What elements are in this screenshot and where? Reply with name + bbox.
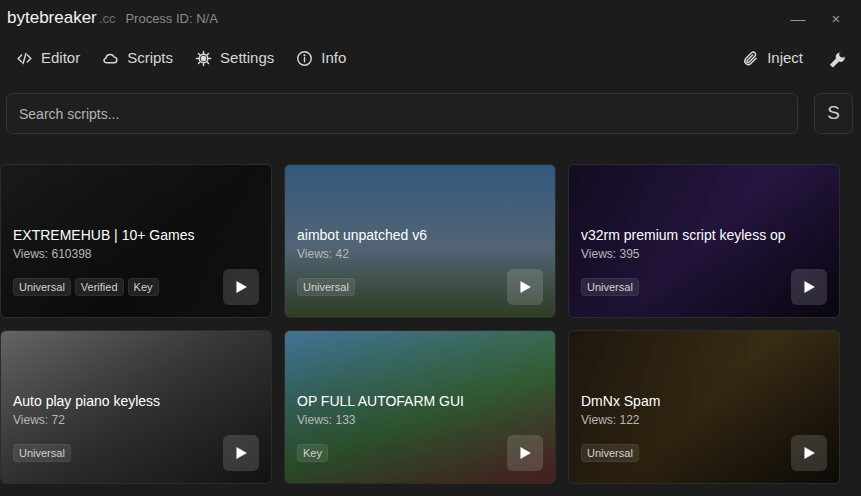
nav-bar: Editor Scripts Settings Info Inject [0,36,861,80]
app-title-suffix: .cc [99,9,116,29]
nav-tab[interactable]: Settings [195,47,274,70]
script-tag: Key [128,278,159,296]
info-icon [296,50,313,67]
nav-tab[interactable]: Editor [16,47,80,70]
nav-tab-label: Settings [220,47,274,70]
script-grid: EXTREMEHUB | 10+ Games Views: 610398 Unive… [0,147,861,484]
search-row: S [0,80,861,147]
script-title: OP FULL AUTOFARM GUI [297,393,543,410]
script-card[interactable]: Auto play piano keyless Views: 72 Universa… [0,330,272,484]
script-title: DmNx Spam [581,393,827,410]
tag-list: Universal [581,444,639,462]
tag-list: UniversalVerifiedKey [13,278,159,296]
play-button[interactable] [507,269,543,305]
card-footer: Universal [581,435,827,471]
play-button[interactable] [223,435,259,471]
nav-tab-label: Scripts [127,47,173,70]
inject-button[interactable]: Inject [742,47,803,70]
nav-tab[interactable]: Info [296,47,346,70]
window-controls: —× [787,11,847,26]
script-tag: Universal [297,278,355,296]
play-icon [233,445,249,461]
script-views: Views: 610398 [13,247,259,261]
script-tag: Universal [13,278,71,296]
script-title: EXTREMEHUB | 10+ Games [13,227,259,244]
script-title: Auto play piano keyless [13,393,259,410]
wrench-icon [827,48,847,68]
script-views: Views: 395 [581,247,827,261]
script-views: Views: 122 [581,413,827,427]
script-title: v32rm premium script keyless op [581,227,827,244]
play-icon [801,279,817,295]
script-tag: Verified [75,278,124,296]
process-id: Process ID: N/A [125,9,217,29]
cloud-icon [102,50,119,67]
paperclip-icon [742,50,759,67]
play-icon [517,279,533,295]
search-field[interactable] [6,93,798,134]
brand: bytebreaker.cc Process ID: N/A [7,5,218,31]
card-footer: UniversalVerifiedKey [13,269,259,305]
play-icon [517,445,533,461]
tag-list: Key [297,444,328,462]
play-button[interactable] [507,435,543,471]
app-title: bytebreaker [7,5,97,31]
tag-list: Universal [13,444,71,462]
script-card[interactable]: v32rm premium script keyless op Views: 39… [568,164,840,318]
card-footer: Key [297,435,543,471]
script-tag: Key [297,444,328,462]
script-card[interactable]: aimbot unpatched v6 Views: 42 Universal [284,164,556,318]
play-button[interactable] [791,435,827,471]
play-icon [801,445,817,461]
nav-tabs: Editor Scripts Settings Info [16,47,346,70]
code-icon [16,50,33,67]
script-tag: Universal [581,278,639,296]
close-button[interactable]: × [825,11,847,26]
minimize-button[interactable]: — [787,11,809,26]
search-button[interactable]: S [814,93,853,134]
script-card[interactable]: OP FULL AUTOFARM GUI Views: 133 Key [284,330,556,484]
script-card[interactable]: DmNx Spam Views: 122 Universal [568,330,840,484]
script-views: Views: 42 [297,247,543,261]
script-tag: Universal [581,444,639,462]
nav-actions: Inject [742,47,847,70]
script-title: aimbot unpatched v6 [297,227,543,244]
script-card[interactable]: EXTREMEHUB | 10+ Games Views: 610398 Unive… [0,164,272,318]
nav-tab-label: Editor [41,47,80,70]
play-button[interactable] [223,269,259,305]
card-footer: Universal [297,269,543,305]
script-tag: Universal [13,444,71,462]
tag-list: Universal [297,278,355,296]
script-views: Views: 72 [13,413,259,427]
nav-tab[interactable]: Scripts [102,47,173,70]
play-icon [233,279,249,295]
inject-label: Inject [767,47,803,70]
script-views: Views: 133 [297,413,543,427]
title-bar: bytebreaker.ccProcess ID: N/A—× [0,0,861,36]
gear-icon [195,50,212,67]
tag-list: Universal [581,278,639,296]
nav-tab-label: Info [321,47,346,70]
card-footer: Universal [13,435,259,471]
card-footer: Universal [581,269,827,305]
play-button[interactable] [791,269,827,305]
tools-button[interactable] [827,48,847,68]
